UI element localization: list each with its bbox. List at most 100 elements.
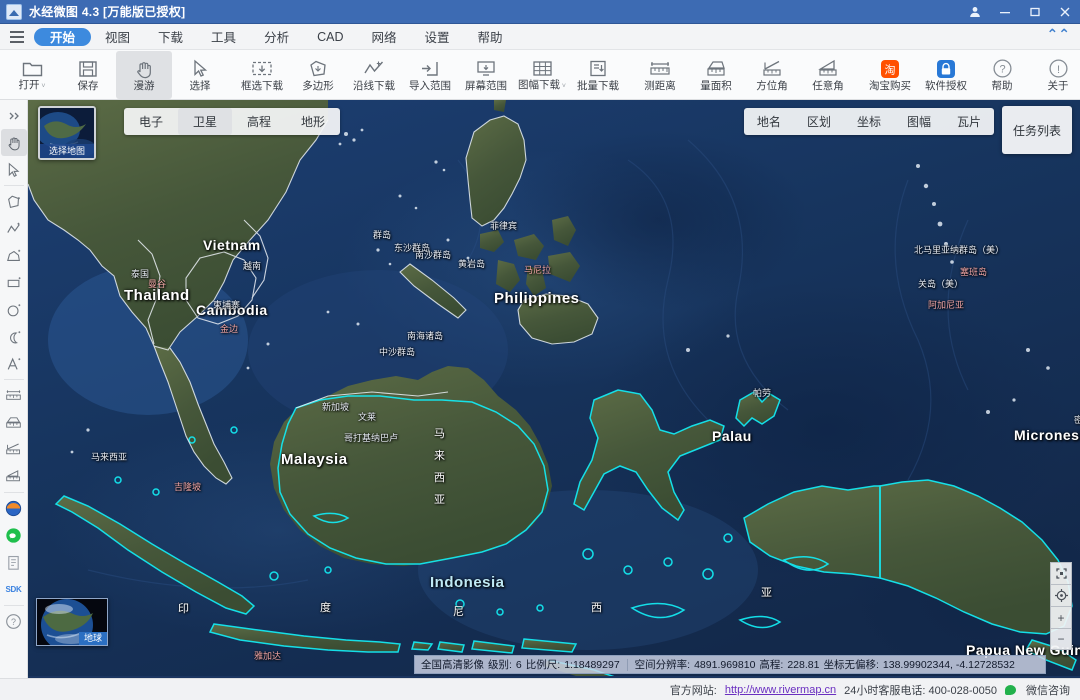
ribbon-measure-area-button[interactable]: 量面积 — [688, 51, 744, 99]
map-label-en: Indonesia — [430, 574, 505, 591]
measure-area-tool[interactable] — [1, 409, 27, 436]
rectangle-tool[interactable] — [1, 269, 27, 296]
globe-widget[interactable]: 地球 — [36, 598, 108, 646]
ribbon-measure-distance-button[interactable]: 测距离 — [632, 51, 688, 99]
expand-panel-tool[interactable] — [1, 102, 27, 129]
footer-wechat-label[interactable]: 微信咨询 — [1026, 682, 1070, 698]
map-label-cn: 帕劳 — [753, 388, 772, 398]
ribbon-help-button[interactable]: ? 帮助 — [974, 51, 1030, 99]
menu-item-help[interactable]: 帮助 — [464, 28, 517, 46]
layer-tab-sheets[interactable]: 图幅 — [894, 108, 944, 135]
menu-item-settings[interactable]: 设置 — [411, 28, 464, 46]
help-tool[interactable]: ? — [1, 608, 27, 635]
ribbon-sheet-download-label: 图幅下载 — [518, 80, 566, 92]
earth-globe-tool[interactable] — [1, 495, 27, 522]
cursor-arrow-icon — [188, 58, 212, 80]
layer-tab-tiles[interactable]: 瓦片 — [944, 108, 994, 135]
menu-item-tools[interactable]: 工具 — [197, 28, 250, 46]
menu-item-analysis[interactable]: 分析 — [250, 28, 303, 46]
ribbon-software-license-label: 软件授权 — [925, 79, 967, 92]
ribbon-rect-download-label: 框选下载 — [241, 79, 283, 92]
freehand-area-tool[interactable] — [1, 242, 27, 269]
map-label-cn: 柬埔寨 — [213, 300, 241, 310]
select-tool[interactable] — [1, 156, 27, 183]
map-controls: + − — [1050, 562, 1072, 650]
footer-site-link[interactable]: http://www.rivermap.cn — [725, 684, 836, 696]
menu-item-download[interactable]: 下载 — [144, 28, 197, 46]
polyline-tool[interactable] — [1, 215, 27, 242]
document-tool[interactable] — [1, 549, 27, 576]
sdk-tool[interactable]: SDK — [1, 576, 27, 603]
layer-tab-placenames[interactable]: 地名 — [744, 108, 794, 135]
arc-tool[interactable] — [1, 323, 27, 350]
ribbon-pan-button[interactable]: 漫游 — [116, 50, 172, 99]
help-question-icon: ? — [990, 58, 1014, 80]
ribbon-batch-download-button[interactable]: 批量下载 — [570, 51, 626, 99]
ribbon-open-button[interactable]: 打开 — [4, 51, 60, 99]
ribbon-polygon-button[interactable]: 多边形 — [290, 51, 346, 99]
software-license-icon — [934, 58, 958, 80]
map-label-cn: 越南 — [243, 261, 262, 271]
ribbon-software-license-button[interactable]: 软件授权 — [918, 51, 974, 99]
circle-tool[interactable] — [1, 296, 27, 323]
text-tool[interactable] — [1, 350, 27, 377]
map-label-cn: 曼谷 — [148, 279, 167, 289]
folder-open-icon — [20, 57, 44, 79]
map-label-cn: 吉隆坡 — [174, 482, 202, 492]
azimuth-tool[interactable] — [1, 436, 27, 463]
close-button[interactable] — [1050, 0, 1080, 24]
hamburger-menu-icon[interactable] — [0, 30, 34, 43]
basemap-picker-label: 选择地图 — [40, 144, 94, 158]
measure-distance-tool[interactable] — [1, 382, 27, 409]
ribbon-select-button[interactable]: 选择 — [172, 51, 228, 99]
zoom-out-button[interactable]: − — [1050, 628, 1072, 650]
ribbon-azimuth-button[interactable]: 方位角 — [744, 51, 800, 99]
zoom-in-button[interactable]: + — [1050, 606, 1072, 628]
svg-text:淘: 淘 — [885, 63, 896, 76]
map-label-en: Vietnam — [203, 237, 261, 253]
save-disk-icon — [76, 58, 100, 80]
chevron-double-up-icon[interactable]: ⌃⌃ — [1047, 27, 1070, 41]
menu-item-start[interactable]: 开始 — [34, 27, 92, 46]
ribbon-arbitrary-angle-button[interactable]: 任意角 — [800, 51, 856, 99]
layer-tab-districts[interactable]: 区划 — [794, 108, 844, 135]
arbitrary-angle-tool[interactable] — [1, 463, 27, 490]
menu-item-view[interactable]: 视图 — [91, 28, 144, 46]
map-label-en: Palau — [712, 428, 752, 444]
locate-center-button[interactable] — [1050, 584, 1072, 606]
ribbon-screen-range-button[interactable]: 屏幕范围 — [458, 51, 514, 99]
ribbon-taobao-buy-label: 淘宝购买 — [869, 79, 911, 92]
ribbon-sheet-download-button[interactable]: 图幅下载 — [514, 51, 570, 99]
ribbon-save-button[interactable]: 保存 — [60, 51, 116, 99]
pan-tool[interactable] — [0, 129, 27, 156]
status-source-label: 全国高清影像 — [421, 659, 484, 671]
ribbon-import-range-button[interactable]: 导入范围 — [402, 51, 458, 99]
basemap-tab-satellite[interactable]: 卫星 — [178, 108, 233, 135]
fullscreen-button[interactable] — [1050, 562, 1072, 584]
ribbon-rect-download-button[interactable]: 框选下载 — [234, 51, 290, 99]
maximize-button[interactable] — [1020, 0, 1050, 24]
user-account-button[interactable] — [960, 0, 990, 24]
wechat-tool[interactable] — [1, 522, 27, 549]
ribbon-taobao-buy-button[interactable]: 淘 淘宝购买 — [862, 51, 918, 99]
menu-item-network[interactable]: 网络 — [357, 28, 410, 46]
map-canvas[interactable]: Vietnam Thailand Cambodia Philippines Ma… — [28, 100, 1080, 678]
map-label-en: Malaysia — [281, 451, 348, 468]
menu-item-cad[interactable]: CAD — [303, 28, 357, 46]
basemap-tab-electronic[interactable]: 电子 — [124, 108, 178, 135]
map-label-cn: 西 — [434, 472, 445, 484]
layer-tab-coordinates[interactable]: 坐标 — [844, 108, 894, 135]
task-list-button[interactable]: 任务列表 — [1002, 106, 1072, 154]
map-label-cn: 黄岩岛 — [458, 259, 486, 269]
ribbon-screen-range-label: 屏幕范围 — [465, 79, 507, 92]
map-label-cn: 密克 — [1074, 415, 1080, 425]
minimize-button[interactable] — [990, 0, 1020, 24]
basemap-tab-elevation[interactable]: 高程 — [232, 108, 286, 135]
polygon-icon — [306, 58, 330, 80]
basemap-tab-terrain[interactable]: 地形 — [286, 108, 340, 135]
polygon-tool[interactable] — [1, 188, 27, 215]
status-scale-value: 1:18489297 — [564, 658, 620, 671]
basemap-picker[interactable]: 选择地图 — [38, 106, 96, 160]
ribbon-polyline-download-button[interactable]: 沿线下载 — [346, 51, 402, 99]
ribbon-about-button[interactable]: ! 关于 — [1030, 51, 1080, 99]
